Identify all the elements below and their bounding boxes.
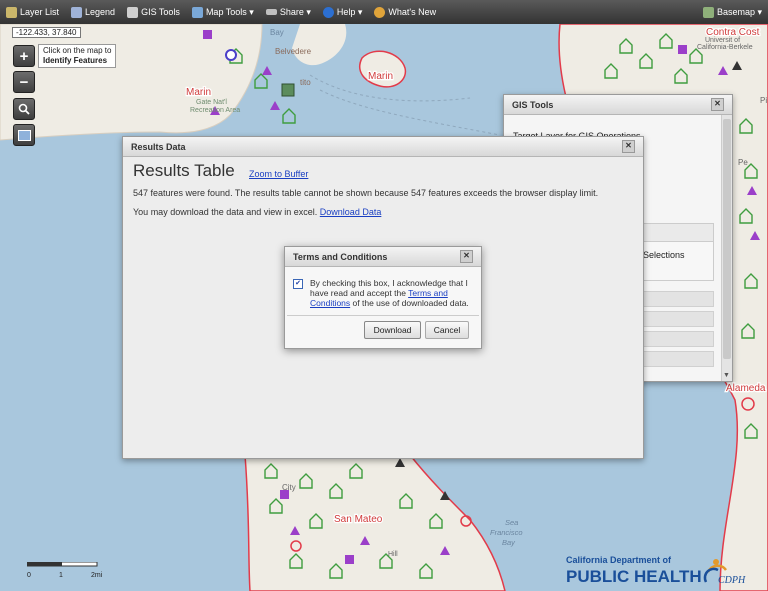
map-icon xyxy=(191,6,203,18)
label-marin-2: Marin xyxy=(368,71,393,82)
cdph-logo: California Department of PUBLIC HEALTH C… xyxy=(566,552,762,591)
main-toolbar: Layer List Legend GIS Tools Map Tools ▾ … xyxy=(0,0,768,24)
features-found-message: 547 features were found. The results tab… xyxy=(133,188,599,198)
zoom-to-buffer-link[interactable]: Zoom to Buffer xyxy=(249,169,308,179)
label-marin-1: Marin xyxy=(186,87,211,98)
terms-text-after: of the use of downloaded data. xyxy=(350,298,469,308)
help-label: Help ▾ xyxy=(336,6,363,17)
whats-new-icon xyxy=(374,6,386,18)
plus-icon: + xyxy=(19,47,29,65)
terms-close-button[interactable]: ✕ xyxy=(460,250,473,263)
map-tools-label: Map Tools ▾ xyxy=(205,6,254,17)
tools-icon xyxy=(127,6,139,18)
logo-swirl-icon xyxy=(703,567,719,583)
label-pe: Pe xyxy=(738,158,748,167)
scroll-down-arrow-icon[interactable]: ▼ xyxy=(723,372,730,379)
results-data-title: Results Data xyxy=(131,141,186,152)
basemap-button[interactable]: Basemap ▾ xyxy=(697,6,768,18)
download-prefix-text: You may download the data and view in ex… xyxy=(133,207,320,217)
gis-tools-header: GIS Tools ✕ xyxy=(504,95,732,115)
scale-label-1: 1 xyxy=(59,572,63,579)
label-recreation-area: Recreation Area xyxy=(190,107,240,114)
basemap-icon xyxy=(702,6,714,18)
logo-line-2: PUBLIC HEALTH xyxy=(566,567,702,586)
legend-button[interactable]: Legend xyxy=(65,6,121,18)
label-san-mateo: San Mateo xyxy=(334,514,383,525)
legend-label: Legend xyxy=(85,7,116,17)
basemap-label: Basemap ▾ xyxy=(716,6,762,17)
label-hill: Hill xyxy=(388,551,398,558)
logo-mark: CDPH xyxy=(718,575,746,586)
label-gate-natl: Gate Nat'l xyxy=(196,99,227,106)
selections-label: Selections xyxy=(643,250,685,260)
gis-tools-scrollbar[interactable]: ▼ xyxy=(721,115,732,381)
terms-accept-checkbox[interactable]: ✔ xyxy=(293,279,303,289)
label-belvedere: Belvedere xyxy=(275,47,312,56)
help-icon xyxy=(322,6,334,18)
layer-list-button[interactable]: Layer List xyxy=(0,6,65,18)
whats-new-button[interactable]: What's New xyxy=(368,6,442,18)
zoom-in-button[interactable]: + xyxy=(13,45,35,67)
label-tito: tito xyxy=(300,78,311,87)
zoom-out-button[interactable]: − xyxy=(13,71,35,93)
whats-new-label: What's New xyxy=(388,7,437,17)
gis-tools-close-button[interactable]: ✕ xyxy=(711,98,724,111)
download-data-link[interactable]: Download Data xyxy=(320,207,382,217)
layer-list-label: Layer List xyxy=(20,7,60,17)
dialog-divider xyxy=(287,315,479,316)
download-message: You may download the data and view in ex… xyxy=(133,207,381,217)
share-button[interactable]: Share ▾ xyxy=(260,7,317,18)
share-icon xyxy=(265,9,277,15)
search-button[interactable] xyxy=(13,98,35,120)
terms-dialog: Terms and Conditions ✕ ✔ By checking thi… xyxy=(284,246,482,349)
results-close-button[interactable]: ✕ xyxy=(622,140,635,153)
gis-tools-button[interactable]: GIS Tools xyxy=(121,6,186,18)
terms-dialog-header: Terms and Conditions ✕ xyxy=(285,247,481,267)
tooltip-line-1: Click on the map to xyxy=(43,46,112,55)
gis-tools-label: GIS Tools xyxy=(141,7,180,17)
terms-text: By checking this box, I acknowledge that… xyxy=(293,278,473,308)
search-icon xyxy=(18,103,30,115)
terms-dialog-title: Terms and Conditions xyxy=(293,251,388,262)
minus-icon: − xyxy=(19,73,29,91)
coordinate-readout: -122.433, 37.840 xyxy=(12,27,81,38)
results-table-heading: Results Table xyxy=(133,161,235,180)
cdph-logo-graphic: California Department of PUBLIC HEALTH C… xyxy=(566,555,746,586)
label-university: Universit of xyxy=(705,37,740,44)
scale-label-2mi: 2mi xyxy=(91,572,103,579)
scale-label-0: 0 xyxy=(27,572,31,579)
label-pi: Pi xyxy=(760,96,767,105)
help-button[interactable]: Help ▾ xyxy=(317,6,369,18)
identify-tooltip: Click on the map to Identify Features xyxy=(38,44,117,68)
scale-bar-graphic: 0 1 2mi xyxy=(26,561,103,579)
logo-line-1: California Department of xyxy=(566,555,672,565)
extent-icon xyxy=(17,129,31,141)
layer-list-icon xyxy=(6,6,17,18)
map-tools-button[interactable]: Map Tools ▾ xyxy=(186,6,260,18)
fullscreen-button[interactable] xyxy=(13,124,35,146)
scale-bar: 0 1 2mi xyxy=(26,561,117,585)
share-label: Share ▾ xyxy=(279,6,311,17)
label-francisco: Francisco xyxy=(490,528,523,537)
cancel-button[interactable]: Cancel xyxy=(425,321,469,339)
terms-body: ✔ By checking this box, I acknowledge th… xyxy=(293,278,473,308)
legend-icon xyxy=(71,6,83,18)
label-sea: Sea xyxy=(505,518,518,527)
download-button[interactable]: Download xyxy=(364,321,421,339)
tooltip-line-2: Identify Features xyxy=(43,56,108,65)
label-alameda: Alameda xyxy=(726,383,766,394)
logo-figure-head-icon xyxy=(713,559,719,565)
label-bay-south: Bay xyxy=(502,538,516,547)
label-berkeley: California-Berkele xyxy=(697,44,753,51)
results-data-header: Results Data ✕ xyxy=(123,137,643,157)
scrollbar-thumb[interactable] xyxy=(723,119,731,359)
label-city: City xyxy=(282,483,296,492)
label-bay: Bay xyxy=(270,28,284,37)
gis-tools-title: GIS Tools xyxy=(512,99,554,110)
